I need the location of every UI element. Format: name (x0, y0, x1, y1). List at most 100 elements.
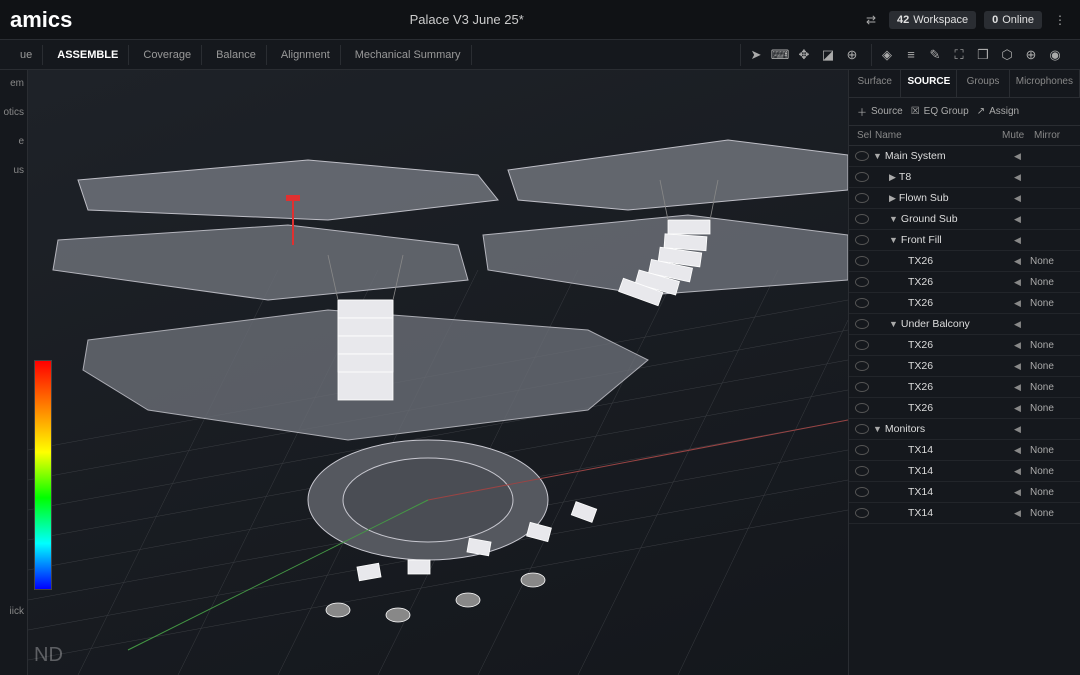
mirror-cell[interactable]: None (1030, 382, 1074, 393)
toggle-icon[interactable]: ▶ (889, 172, 896, 182)
tree-row[interactable]: TX26◀None (849, 356, 1080, 377)
sidebar-item-2[interactable]: otics (3, 107, 24, 118)
row-select[interactable] (855, 172, 869, 182)
tree-row[interactable]: TX14◀None (849, 482, 1080, 503)
mute-icon[interactable]: ◀ (1014, 403, 1030, 414)
left-section-label[interactable]: ue (10, 45, 43, 65)
tree-row[interactable]: TX26◀None (849, 398, 1080, 419)
mute-icon[interactable]: ◀ (1014, 193, 1030, 204)
row-select[interactable] (855, 445, 869, 455)
mirror-cell[interactable]: None (1030, 508, 1074, 519)
mute-icon[interactable]: ◀ (1014, 256, 1030, 267)
panel-tab-source[interactable]: SOURCE (901, 70, 957, 97)
row-select[interactable] (855, 382, 869, 392)
toggle-icon[interactable]: ▼ (889, 235, 898, 245)
row-select[interactable] (855, 193, 869, 203)
shape-icon[interactable]: ⬡ (996, 44, 1018, 66)
tree-row[interactable]: TX26◀None (849, 377, 1080, 398)
tab-balance[interactable]: Balance (206, 45, 267, 65)
row-select[interactable] (855, 277, 869, 287)
tree-row[interactable]: ▼Front Fill◀ (849, 230, 1080, 251)
tab-alignment[interactable]: Alignment (271, 45, 341, 65)
mute-icon[interactable]: ◀ (1014, 466, 1030, 477)
mirror-cell[interactable]: None (1030, 445, 1074, 456)
mute-icon[interactable]: ◀ (1014, 298, 1030, 309)
online-badge[interactable]: 0 Online (984, 11, 1042, 29)
row-select[interactable] (855, 151, 869, 161)
row-select[interactable] (855, 424, 869, 434)
tree-row[interactable]: TX26◀None (849, 251, 1080, 272)
more-icon[interactable]: ⋮ (1050, 10, 1070, 30)
diamond-icon[interactable]: ◈ (876, 44, 898, 66)
mute-icon[interactable]: ◀ (1014, 445, 1030, 456)
mirror-cell[interactable]: None (1030, 403, 1074, 414)
toggle-icon[interactable]: ▼ (889, 319, 898, 329)
add-source-button[interactable]: ＋ Source (857, 104, 903, 119)
sidebar-item-4[interactable]: us (13, 165, 24, 176)
mute-icon[interactable]: ◀ (1014, 235, 1030, 246)
tree-row[interactable]: TX26◀None (849, 335, 1080, 356)
tree-row[interactable]: TX14◀None (849, 461, 1080, 482)
mute-icon[interactable]: ◀ (1014, 319, 1030, 330)
lines-icon[interactable]: ≡ (900, 44, 922, 66)
tree-row[interactable]: ▼Monitors◀ (849, 419, 1080, 440)
tree-row[interactable]: ▼Under Balcony◀ (849, 314, 1080, 335)
eq-group-button[interactable]: ☒ EQ Group (911, 106, 969, 117)
tree-row[interactable]: TX14◀None (849, 440, 1080, 461)
mirror-cell[interactable]: None (1030, 256, 1074, 267)
mute-icon[interactable]: ◀ (1014, 214, 1030, 225)
row-select[interactable] (855, 487, 869, 497)
sidebar-item-5[interactable]: iick (10, 606, 24, 617)
mute-icon[interactable]: ◀ (1014, 172, 1030, 183)
mirror-cell[interactable]: None (1030, 487, 1074, 498)
mute-icon[interactable]: ◀ (1014, 151, 1030, 162)
box-icon[interactable]: ◪ (817, 44, 839, 66)
mirror-cell[interactable]: None (1030, 298, 1074, 309)
mute-icon[interactable]: ◀ (1014, 508, 1030, 519)
tree-row[interactable]: ▶T8◀ (849, 167, 1080, 188)
tree-row[interactable]: TX26◀None (849, 293, 1080, 314)
tree-row[interactable]: ▼Ground Sub◀ (849, 209, 1080, 230)
toggle-icon[interactable]: ▼ (873, 424, 882, 434)
sidebar-item-1[interactable]: em (10, 78, 24, 89)
tree-row[interactable]: TX14◀None (849, 503, 1080, 524)
camera-icon[interactable]: ◉ (1044, 44, 1066, 66)
tree-row[interactable]: ▼Main System◀ (849, 146, 1080, 167)
toggle-icon[interactable]: ▼ (873, 151, 882, 161)
expand-icon[interactable]: ⛶ (948, 44, 970, 66)
toggle-icon[interactable]: ▶ (889, 193, 896, 203)
move-icon[interactable]: ✥ (793, 44, 815, 66)
viewport-3d[interactable]: ND (28, 70, 848, 675)
mirror-cell[interactable]: None (1030, 340, 1074, 351)
cursor-icon[interactable]: ➤ (745, 44, 767, 66)
zoom-icon[interactable]: ⊕ (1020, 44, 1042, 66)
panel-tab-microphones[interactable]: Microphones (1010, 70, 1080, 97)
row-select[interactable] (855, 403, 869, 413)
mirror-cell[interactable]: None (1030, 466, 1074, 477)
row-select[interactable] (855, 235, 869, 245)
tree-row[interactable]: ▶Flown Sub◀ (849, 188, 1080, 209)
keyboard-icon[interactable]: ⌨ (769, 44, 791, 66)
cube-icon[interactable]: ❒ (972, 44, 994, 66)
tab-mechanical-summary[interactable]: Mechanical Summary (345, 45, 472, 65)
row-select[interactable] (855, 214, 869, 224)
panel-tab-groups[interactable]: Groups (957, 70, 1009, 97)
row-select[interactable] (855, 340, 869, 350)
mute-icon[interactable]: ◀ (1014, 340, 1030, 351)
panel-tab-surface[interactable]: Surface (849, 70, 901, 97)
row-select[interactable] (855, 298, 869, 308)
mute-icon[interactable]: ◀ (1014, 277, 1030, 288)
globe-icon[interactable]: ⊕ (841, 44, 863, 66)
tree-row[interactable]: TX26◀None (849, 272, 1080, 293)
row-select[interactable] (855, 361, 869, 371)
mute-icon[interactable]: ◀ (1014, 361, 1030, 372)
tab-coverage[interactable]: Coverage (133, 45, 202, 65)
row-select[interactable] (855, 466, 869, 476)
mirror-cell[interactable]: None (1030, 277, 1074, 288)
workspace-badge[interactable]: 42 Workspace (889, 11, 976, 29)
assign-button[interactable]: ↗ Assign (977, 106, 1019, 117)
row-select[interactable] (855, 508, 869, 518)
row-select[interactable] (855, 319, 869, 329)
mute-icon[interactable]: ◀ (1014, 382, 1030, 393)
edit-icon[interactable]: ✎ (924, 44, 946, 66)
